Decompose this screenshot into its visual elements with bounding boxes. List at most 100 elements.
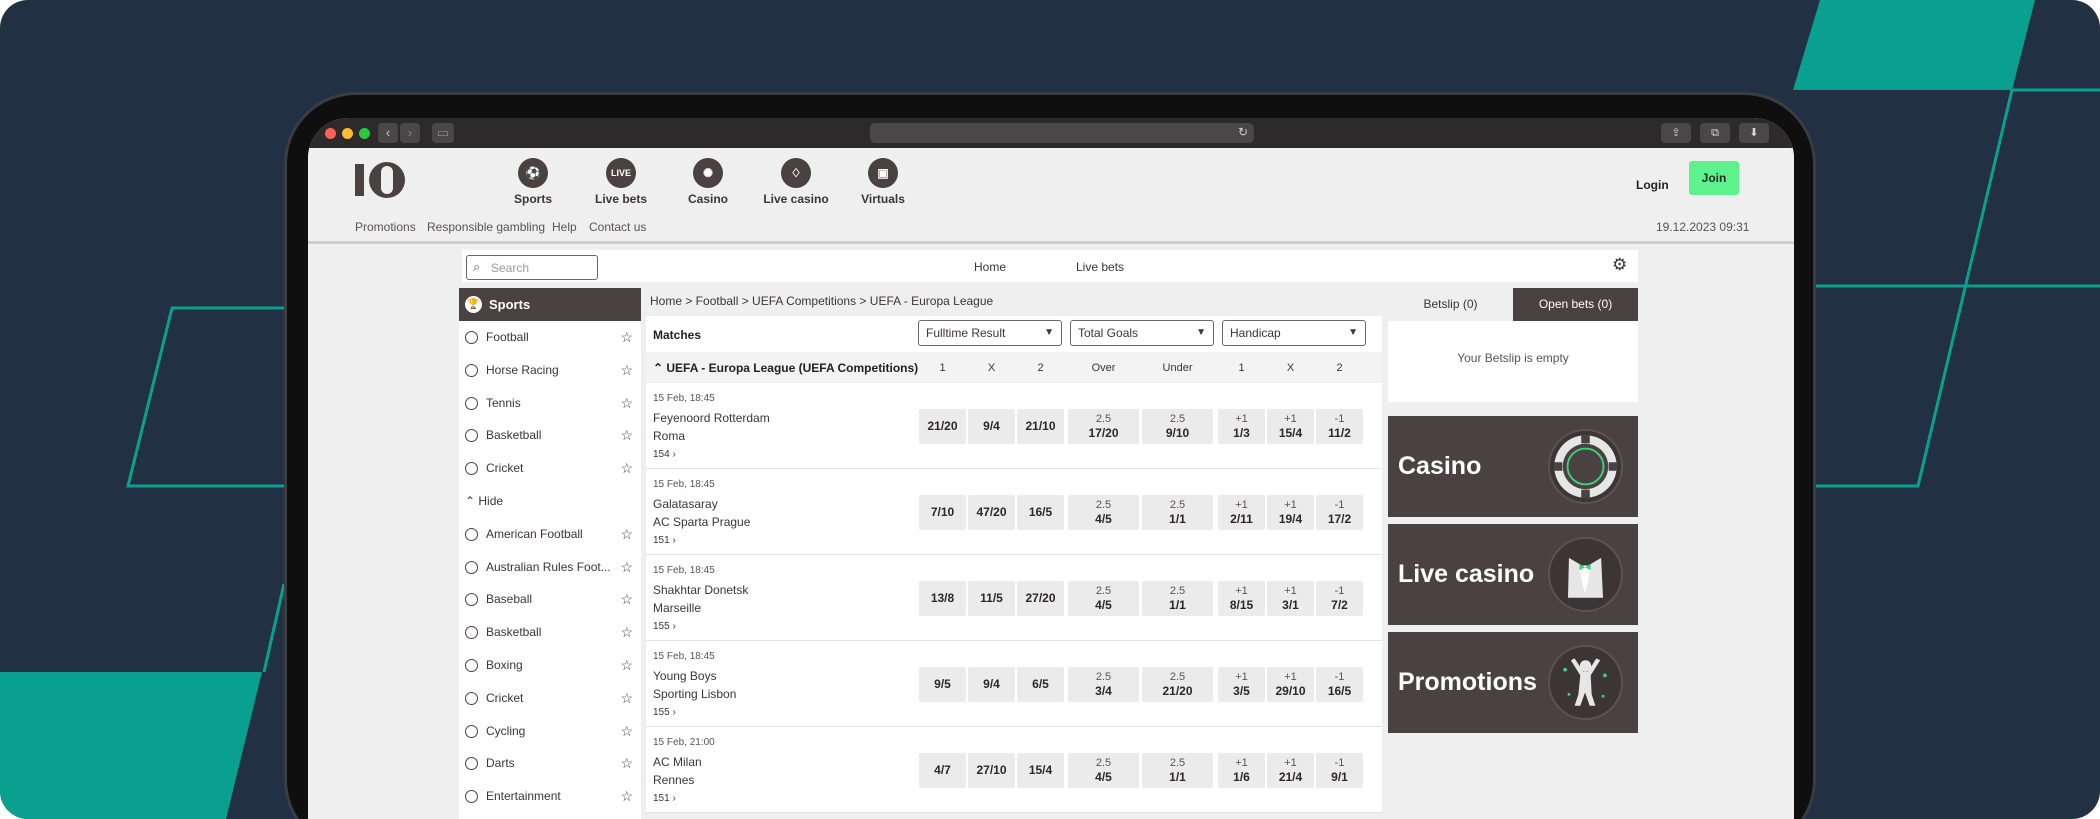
- sidebar-item-american-football[interactable]: American Football ☆: [459, 518, 641, 551]
- odds-ft-home-button[interactable]: 7/10: [919, 495, 966, 530]
- minimize-window-button[interactable]: [342, 128, 353, 139]
- odds-hc-draw-button[interactable]: +1 19/4: [1267, 495, 1314, 530]
- download-icon[interactable]: ⬇: [1739, 123, 1769, 143]
- star-icon[interactable]: ☆: [620, 354, 633, 387]
- reload-icon[interactable]: ↻: [1238, 125, 1248, 139]
- odds-hc-away-button[interactable]: -1 11/2: [1316, 409, 1363, 444]
- star-icon[interactable]: ☆: [620, 452, 633, 485]
- odds-ft-away-button[interactable]: 27/20: [1017, 581, 1064, 616]
- link-promotions[interactable]: Promotions: [355, 220, 416, 234]
- odds-hc-home-button[interactable]: +1 1/3: [1218, 409, 1265, 444]
- sidebar-item-darts[interactable]: Darts ☆: [459, 747, 641, 780]
- forward-icon[interactable]: ›: [400, 123, 420, 143]
- odds-ft-draw-button[interactable]: 9/4: [968, 667, 1015, 702]
- market-select-total-goals[interactable]: Total Goals ▼: [1070, 320, 1214, 346]
- odds-ft-away-button[interactable]: 21/10: [1017, 409, 1064, 444]
- star-icon[interactable]: ☆: [620, 682, 633, 715]
- link-contact-us[interactable]: Contact us: [589, 220, 646, 234]
- odds-ft-home-button[interactable]: 21/20: [919, 409, 966, 444]
- more-markets-link[interactable]: 155 ›: [653, 707, 676, 718]
- star-icon[interactable]: ☆: [620, 518, 633, 551]
- tab-live-bets[interactable]: Live bets: [1076, 260, 1124, 274]
- odds-ft-away-button[interactable]: 15/4: [1017, 753, 1064, 788]
- promo-casino[interactable]: Casino: [1388, 416, 1638, 517]
- odds-under-button[interactable]: 2.5 1/1: [1142, 581, 1213, 616]
- market-select-handicap[interactable]: Handicap ▼: [1222, 320, 1366, 346]
- odds-under-button[interactable]: 2.5 21/20: [1142, 667, 1213, 702]
- 10bet-logo[interactable]: [355, 160, 411, 200]
- odds-hc-home-button[interactable]: +1 3/5: [1218, 667, 1265, 702]
- odds-over-button[interactable]: 2.5 3/4: [1068, 667, 1139, 702]
- close-window-button[interactable]: [325, 128, 336, 139]
- odds-hc-home-button[interactable]: +1 2/11: [1218, 495, 1265, 530]
- sidebar-header[interactable]: 🏆 Sports: [459, 288, 641, 321]
- odds-hc-away-button[interactable]: -1 17/2: [1316, 495, 1363, 530]
- odds-ft-away-button[interactable]: 16/5: [1017, 495, 1064, 530]
- odds-hc-draw-button[interactable]: +1 3/1: [1267, 581, 1314, 616]
- nav-sports[interactable]: ⚽ Sports: [488, 158, 578, 206]
- share-icon[interactable]: ⇪: [1661, 123, 1691, 143]
- odds-over-button[interactable]: 2.5 4/5: [1068, 581, 1139, 616]
- breadcrumb[interactable]: Home > Football > UEFA Competitions > UE…: [650, 294, 993, 308]
- tab-home[interactable]: Home: [974, 260, 1006, 274]
- promo-promotions[interactable]: Promotions: [1388, 632, 1638, 733]
- star-icon[interactable]: ☆: [620, 715, 633, 748]
- odds-under-button[interactable]: 2.5 1/1: [1142, 753, 1213, 788]
- sidebar-item-football[interactable]: Football ☆: [459, 321, 641, 354]
- odds-hc-home-button[interactable]: +1 1/6: [1218, 753, 1265, 788]
- odds-over-button[interactable]: 2.5 4/5: [1068, 495, 1139, 530]
- sidebar-item-basketball-2[interactable]: Basketball ☆: [459, 616, 641, 649]
- maximize-window-button[interactable]: [359, 128, 370, 139]
- more-markets-link[interactable]: 154 ›: [653, 449, 676, 460]
- hide-toggle[interactable]: ⌃ Hide: [459, 485, 641, 518]
- star-icon[interactable]: ☆: [620, 387, 633, 420]
- sidebar-item-baseball[interactable]: Baseball ☆: [459, 583, 641, 616]
- sidebar-item-cricket-2[interactable]: Cricket ☆: [459, 682, 641, 715]
- odds-ft-draw-button[interactable]: 11/5: [968, 581, 1015, 616]
- star-icon[interactable]: ☆: [620, 780, 633, 813]
- match-row[interactable]: 15 Feb, 18:45 Young Boys Sporting Lisbon 15…: [646, 641, 1382, 727]
- more-markets-link[interactable]: 155 ›: [653, 621, 676, 632]
- star-icon[interactable]: ☆: [620, 321, 633, 354]
- star-icon[interactable]: ☆: [620, 419, 633, 452]
- market-select-fulltime[interactable]: Fulltime Result ▼: [918, 320, 1062, 346]
- login-button[interactable]: Login: [1636, 178, 1669, 192]
- star-icon[interactable]: ☆: [620, 583, 633, 616]
- odds-ft-home-button[interactable]: 4/7: [919, 753, 966, 788]
- odds-ft-away-button[interactable]: 6/5: [1017, 667, 1064, 702]
- odds-hc-away-button[interactable]: -1 16/5: [1316, 667, 1363, 702]
- odds-ft-home-button[interactable]: 9/5: [919, 667, 966, 702]
- star-icon[interactable]: ☆: [620, 616, 633, 649]
- more-markets-link[interactable]: 151 ›: [653, 793, 676, 804]
- odds-hc-draw-button[interactable]: +1 15/4: [1267, 409, 1314, 444]
- nav-casino[interactable]: ✺ Casino: [663, 158, 753, 206]
- match-row[interactable]: 15 Feb, 21:00 AC Milan Rennes 151 › 4/7 27/10…: [646, 727, 1382, 813]
- sidebar-toggle-icon[interactable]: ▭: [432, 123, 454, 143]
- more-markets-link[interactable]: 151 ›: [653, 535, 676, 546]
- tabs-overview-icon[interactable]: ⧉: [1700, 123, 1730, 143]
- gear-icon[interactable]: ⚙: [1612, 255, 1627, 275]
- odds-hc-draw-button[interactable]: +1 21/4: [1267, 753, 1314, 788]
- odds-over-button[interactable]: 2.5 17/20: [1068, 409, 1139, 444]
- match-row[interactable]: 15 Feb, 18:45 Shakhtar Donetsk Marseille 15…: [646, 555, 1382, 641]
- promo-live-casino[interactable]: Live casino: [1388, 524, 1638, 625]
- sidebar-item-cricket[interactable]: Cricket ☆: [459, 452, 641, 485]
- back-icon[interactable]: ‹: [378, 123, 398, 143]
- link-responsible-gambling[interactable]: Responsible gambling: [427, 220, 545, 234]
- odds-ft-home-button[interactable]: 13/8: [919, 581, 966, 616]
- tab-betslip[interactable]: Betslip (0): [1388, 288, 1513, 321]
- sidebar-item-tennis[interactable]: Tennis ☆: [459, 387, 641, 420]
- odds-over-button[interactable]: 2.5 4/5: [1068, 753, 1139, 788]
- star-icon[interactable]: ☆: [620, 649, 633, 682]
- nav-virtuals[interactable]: ▣ Virtuals: [838, 158, 928, 206]
- sidebar-item-basketball[interactable]: Basketball ☆: [459, 419, 641, 452]
- nav-live-bets[interactable]: LIVE Live bets: [576, 158, 666, 206]
- sidebar-item-horse-racing[interactable]: Horse Racing ☆: [459, 354, 641, 387]
- join-button[interactable]: Join: [1689, 161, 1739, 195]
- search-input[interactable]: ⌕ Search: [466, 255, 598, 280]
- star-icon[interactable]: ☆: [620, 551, 633, 584]
- odds-hc-away-button[interactable]: -1 9/1: [1316, 753, 1363, 788]
- odds-ft-draw-button[interactable]: 47/20: [968, 495, 1015, 530]
- odds-hc-draw-button[interactable]: +1 29/10: [1267, 667, 1314, 702]
- sidebar-item-boxing[interactable]: Boxing ☆: [459, 649, 641, 682]
